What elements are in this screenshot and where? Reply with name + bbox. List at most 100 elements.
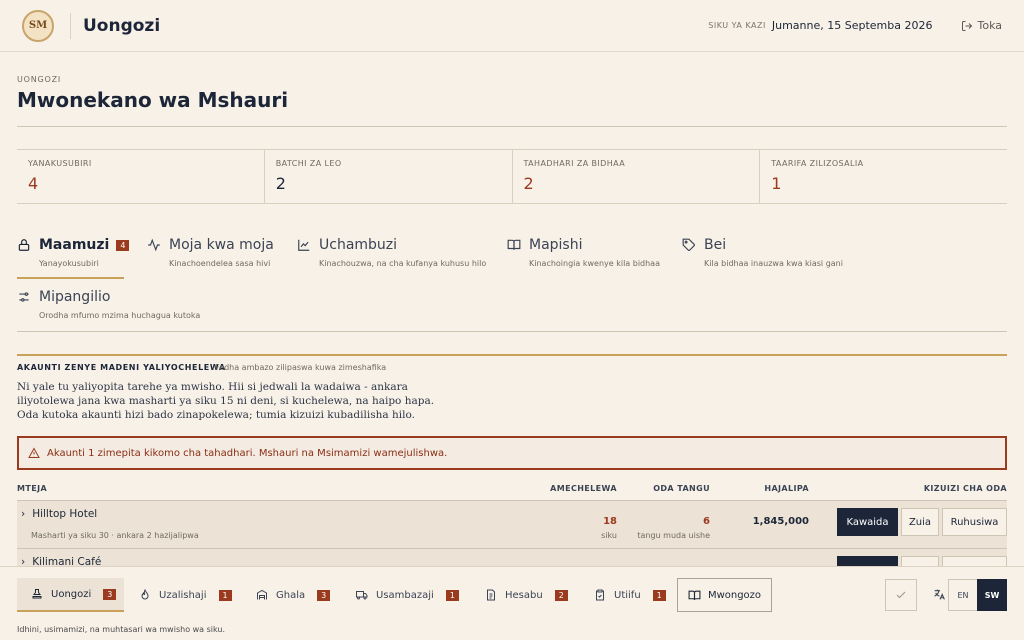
alert-banner: Akaunti 1 zimepita kikomo cha tahadhari.… bbox=[17, 436, 1007, 470]
tab-badge: 1 bbox=[218, 589, 232, 601]
stat-pending: YANAKUSUBIRI 4 bbox=[17, 150, 265, 203]
stat-value: 2 bbox=[275, 174, 286, 193]
stat-label: BATCHI ZA LEO bbox=[275, 159, 342, 168]
truck-icon bbox=[356, 591, 368, 600]
lang-sw-button[interactable]: SW bbox=[977, 579, 1007, 611]
nav-badge: 4 bbox=[116, 239, 130, 251]
orders-unit: tangu muda uishe bbox=[637, 531, 710, 540]
orders-since: 6 bbox=[703, 516, 710, 527]
tab-accounts[interactable]: Hesabu 2 bbox=[471, 578, 568, 612]
tab-leadership[interactable]: Uongozi 3 bbox=[17, 578, 124, 612]
tab-compliance[interactable]: Utiifu 1 bbox=[580, 578, 666, 612]
nav-title: Mipangilio bbox=[39, 289, 111, 305]
stat-label: TAARIFA ZILIZOSALIA bbox=[771, 159, 864, 168]
line-chart-icon bbox=[298, 239, 310, 251]
tab-warehouse[interactable]: Ghala 3 bbox=[242, 578, 331, 612]
tab-label: Hesabu bbox=[505, 589, 543, 601]
book-open-icon bbox=[688, 590, 701, 600]
nav-title: Uchambuzi bbox=[319, 237, 398, 253]
block-normal-button[interactable]: Kawaida bbox=[837, 508, 898, 536]
app-title: Uongozi bbox=[83, 15, 161, 36]
table-header: MTEJA AMECHELEWA ODA TANGU HAJALIPA KIZU… bbox=[17, 484, 1007, 500]
guide-button[interactable]: Mwongozo bbox=[677, 578, 772, 612]
col-customer: MTEJA bbox=[17, 484, 48, 493]
stat-remaining-reports: TAARIFA ZILIZOSALIA 1 bbox=[760, 150, 1007, 203]
late-unit: siku bbox=[601, 531, 617, 540]
stat-value: 2 bbox=[523, 174, 534, 193]
nav-live[interactable]: Moja kwa moja Kinachoendelea sasa hivi bbox=[147, 237, 274, 268]
customer-name[interactable]: › Hilltop Hotel bbox=[21, 508, 97, 520]
tab-badge: 3 bbox=[317, 589, 331, 601]
late-days: 18 bbox=[603, 516, 617, 527]
tab-badge: 2 bbox=[554, 589, 568, 601]
nav-subtitle: Orodha mfumo mzima huchagua kutoka bbox=[39, 311, 201, 320]
nav-subtitle: Kila bidhaa inauzwa kwa kiasi gani bbox=[704, 259, 843, 268]
check-icon bbox=[896, 591, 906, 599]
top-right: SIKU YA KAZI Jumanne, 15 Septemba 2026 T… bbox=[708, 19, 1002, 32]
block-allow-button[interactable]: Ruhusiwa bbox=[942, 508, 1007, 536]
confirm-button[interactable] bbox=[885, 579, 917, 611]
stat-product-alerts: TAHADHARI ZA BIDHAA 2 bbox=[513, 150, 761, 203]
stat-value: 4 bbox=[28, 174, 39, 193]
top-bar: SM Uongozi SIKU YA KAZI Jumanne, 15 Sept… bbox=[0, 0, 1024, 52]
tab-label: Utiifu bbox=[614, 589, 641, 601]
page-title: Mwonekano wa Mshauri bbox=[17, 88, 289, 112]
top-divider bbox=[70, 12, 71, 39]
bottom-bar: Uongozi 3 Uzalishaji 1 Ghala 3 Usambazaj… bbox=[0, 566, 1024, 640]
unpaid-balance: 1,845,000 bbox=[752, 516, 809, 527]
logout-icon bbox=[961, 20, 972, 31]
block-stop-button[interactable]: Zuia bbox=[901, 508, 939, 536]
nav-analysis[interactable]: Uchambuzi Kinachouzwa, na cha kufanya ku… bbox=[297, 237, 486, 268]
col-late: AMECHELEWA bbox=[550, 484, 617, 493]
translate-icon bbox=[934, 589, 945, 600]
active-nav-indicator bbox=[17, 277, 124, 279]
sliders-icon bbox=[19, 292, 29, 302]
tab-production[interactable]: Uzalishaji 1 bbox=[125, 578, 232, 612]
footer-note: Idhini, usimamizi, na muhtasari wa mwish… bbox=[17, 625, 226, 634]
tag-icon bbox=[682, 238, 695, 251]
header-divider bbox=[17, 126, 1007, 127]
book-icon bbox=[507, 239, 521, 250]
customer-terms: Masharti ya siku 30 · ankara 2 hazijalip… bbox=[31, 531, 199, 540]
lang-en-button[interactable]: EN bbox=[948, 579, 978, 611]
nav-divider bbox=[17, 331, 1007, 332]
stat-label: YANAKUSUBIRI bbox=[28, 159, 92, 168]
tab-label: Ghala bbox=[276, 589, 306, 601]
tab-badge: 1 bbox=[652, 589, 666, 601]
nav-subtitle: Kinachouzwa, na cha kufanya kuhusu hilo bbox=[319, 259, 487, 268]
nav-title: Bei bbox=[704, 237, 727, 253]
tab-distribution[interactable]: Usambazaji 1 bbox=[342, 578, 459, 612]
section-title: AKAUNTI ZENYE MADENI YALIYOCHELEWA bbox=[17, 363, 226, 372]
section-subtitle: Fedha ambazo zilipaswa kuwa zimeshafika bbox=[215, 363, 387, 372]
stats-row: YANAKUSUBIRI 4 BATCHI ZA LEO 2 TAHADHARI… bbox=[17, 149, 1007, 204]
activity-icon bbox=[148, 238, 160, 252]
logo-text: SM bbox=[28, 20, 48, 31]
nav-title: Maamuzi bbox=[39, 237, 110, 253]
logout-label: Toka bbox=[977, 19, 1003, 32]
chevron-right-icon[interactable]: › bbox=[21, 508, 25, 520]
nav-recipes[interactable]: Mapishi Kinachoingia kwenye kila bidhaa bbox=[507, 237, 660, 268]
tab-label: Uzalishaji bbox=[159, 589, 207, 601]
stamp-icon bbox=[32, 589, 42, 599]
nav-prices[interactable]: Bei Kila bidhaa inauzwa kwa kiasi gani bbox=[682, 237, 843, 268]
nav-subtitle: Yanayokusubiri bbox=[39, 259, 99, 268]
workday-label: SIKU YA KAZI bbox=[708, 21, 766, 30]
table-row[interactable]: › Hilltop Hotel Masharti ya siku 30 · ank… bbox=[17, 500, 1007, 548]
nav-subtitle: Kinachoendelea sasa hivi bbox=[169, 259, 271, 268]
workday-date: Jumanne, 15 Septemba 2026 bbox=[771, 19, 933, 32]
document-icon bbox=[487, 589, 495, 601]
tab-badge: 3 bbox=[103, 588, 117, 600]
customer-name-text: Hilltop Hotel bbox=[32, 508, 98, 520]
clipboard-check-icon bbox=[596, 589, 604, 601]
warning-icon bbox=[28, 447, 40, 458]
col-orders-since: ODA TANGU bbox=[653, 484, 710, 493]
nav-decisions[interactable]: Maamuzi 4 Yanayokusubiri bbox=[17, 237, 130, 268]
tab-label: Uongozi bbox=[51, 588, 92, 600]
alert-text: Akaunti 1 zimepita kikomo cha tahadhari.… bbox=[47, 447, 448, 459]
tab-badge: 1 bbox=[445, 589, 459, 601]
nav-settings[interactable]: Mipangilio Orodha mfumo mzima huchagua k… bbox=[17, 289, 200, 320]
warehouse-icon bbox=[257, 589, 267, 600]
stat-batches: BATCHI ZA LEO 2 bbox=[265, 150, 513, 203]
nav-title: Moja kwa moja bbox=[169, 237, 274, 253]
logout-button[interactable]: Toka bbox=[961, 19, 1003, 32]
